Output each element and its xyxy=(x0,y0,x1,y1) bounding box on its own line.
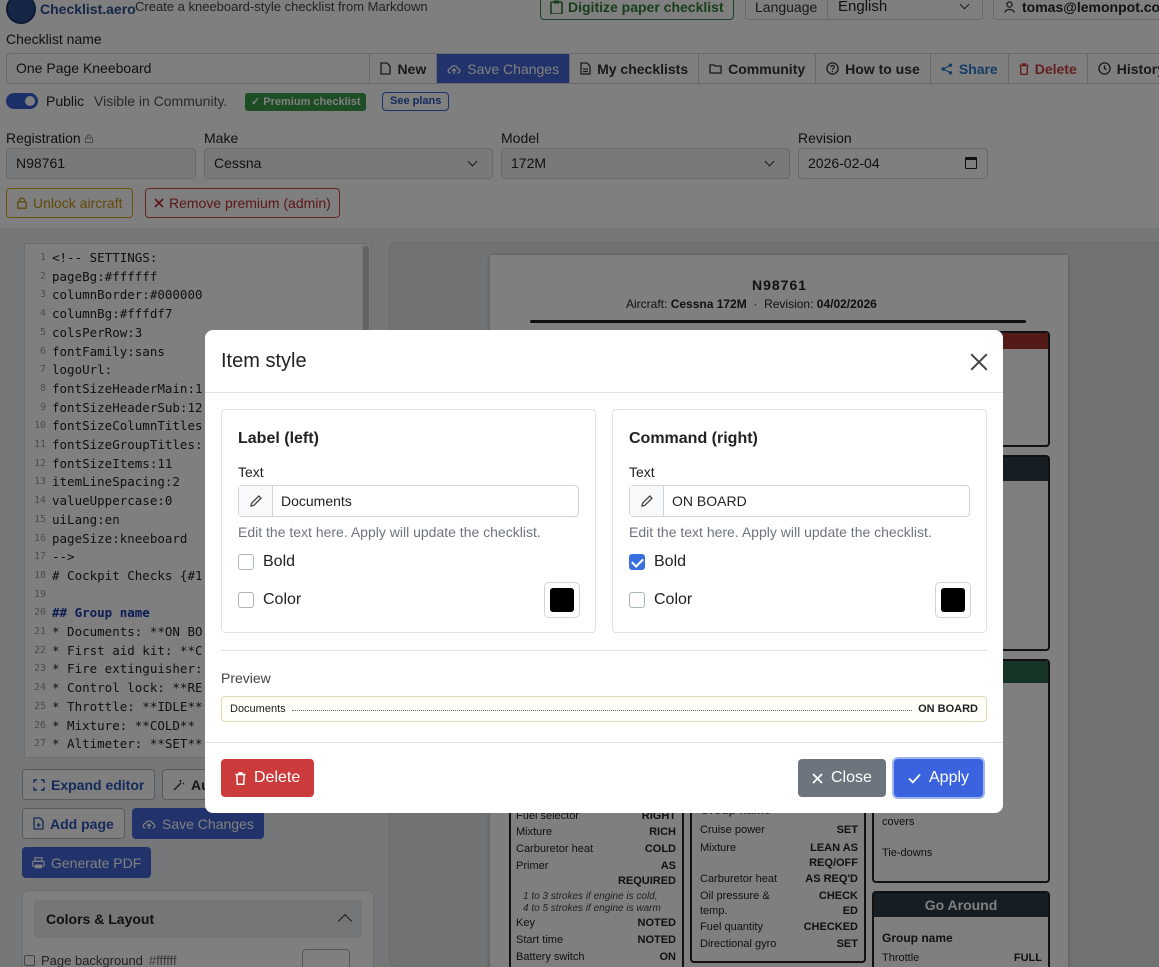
delete-item-button[interactable]: Delete xyxy=(221,759,315,797)
label-text-group: Documents xyxy=(238,485,579,517)
pencil-icon xyxy=(641,495,653,507)
command-panel-title: Command (right) xyxy=(629,430,758,447)
apply-label: Apply xyxy=(929,769,970,786)
label-bold-option[interactable]: Bold xyxy=(238,553,295,571)
command-bold-option[interactable]: Bold xyxy=(629,553,686,571)
delete-item-label: Delete xyxy=(254,769,301,786)
command-color-option[interactable]: Color xyxy=(629,591,692,609)
modal-footer-divider xyxy=(205,742,1003,743)
preview-item-command: ON BOARD xyxy=(918,703,978,715)
pencil-icon xyxy=(250,495,262,507)
label-bold-checkbox[interactable] xyxy=(238,554,254,570)
close-modal-label: Close xyxy=(831,769,872,786)
x-icon xyxy=(812,772,823,784)
command-text-input[interactable]: ON BOARD xyxy=(664,486,969,516)
command-style-panel: Command (right) Text ON BOARD Edit the t… xyxy=(612,409,987,633)
trash-icon xyxy=(235,771,246,785)
apply-button[interactable]: Apply xyxy=(894,759,984,797)
preview-label: Preview xyxy=(221,670,271,686)
preview-item: Documents ON BOARD xyxy=(221,696,987,722)
label-bold-label: Bold xyxy=(263,553,296,570)
command-bold-checkbox[interactable] xyxy=(629,554,645,570)
preview-leader-dots xyxy=(291,707,913,711)
label-pencil-addon xyxy=(239,486,273,516)
label-color-option[interactable]: Color xyxy=(238,591,301,609)
check-icon xyxy=(908,773,921,784)
label-color-checkbox[interactable] xyxy=(238,592,254,608)
command-color-label: Color xyxy=(654,591,693,608)
label-color-swatch[interactable] xyxy=(544,582,580,618)
label-color-label: Color xyxy=(263,591,302,608)
preview-divider xyxy=(221,650,987,651)
label-style-panel: Label (left) Text Documents Edit the tex… xyxy=(221,409,596,633)
label-panel-title: Label (left) xyxy=(238,430,319,447)
item-style-modal: Item style Label (left) Text Documents E… xyxy=(205,330,1003,813)
command-text-group: ON BOARD xyxy=(629,485,970,517)
label-color-swatch-fill xyxy=(550,588,574,612)
command-text-label: Text xyxy=(629,464,655,480)
label-text-input[interactable]: Documents xyxy=(273,486,578,516)
label-text-label: Text xyxy=(238,464,264,480)
preview-item-label: Documents xyxy=(230,703,286,715)
command-color-checkbox[interactable] xyxy=(629,592,645,608)
modal-header-divider xyxy=(205,392,1003,393)
modal-title: Item style xyxy=(221,350,307,372)
command-color-swatch-fill xyxy=(941,588,965,612)
command-help-text: Edit the text here. Apply will update th… xyxy=(629,524,932,540)
close-modal-button[interactable]: Close xyxy=(798,759,886,797)
command-pencil-addon xyxy=(630,486,664,516)
command-bold-label: Bold xyxy=(654,553,687,570)
command-color-swatch[interactable] xyxy=(935,582,971,618)
label-help-text: Edit the text here. Apply will update th… xyxy=(238,524,541,540)
close-icon[interactable] xyxy=(969,352,989,372)
